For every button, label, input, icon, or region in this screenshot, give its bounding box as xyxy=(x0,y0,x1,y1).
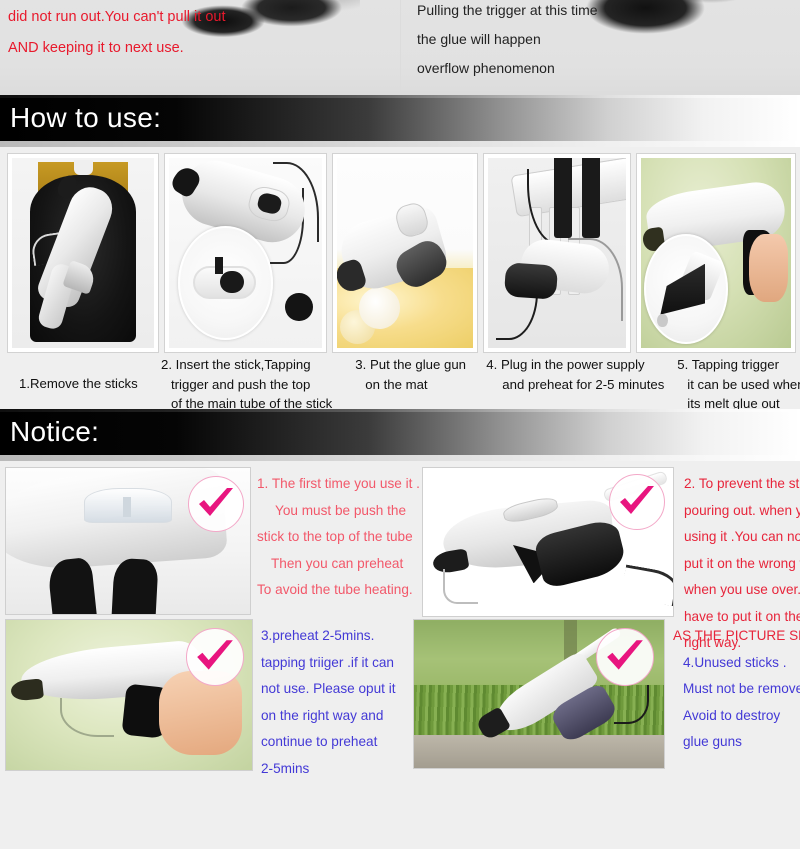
notice-row-2: 3.preheat 2-5mins. tapping triiger .if i… xyxy=(3,617,800,777)
top-left-note-line-2: AND keeping it to next use. xyxy=(8,40,184,56)
how-to-step-1-caption: 1.Remove the sticks xyxy=(7,355,159,414)
glue-gun-correct-orientation-photo xyxy=(422,468,673,616)
caption-line: 1.Remove the sticks xyxy=(19,376,138,391)
stick-insert-closeup-photo xyxy=(169,158,322,348)
notice-text-line: To avoid the tube heating. xyxy=(257,582,413,597)
check-mark-icon xyxy=(197,640,233,670)
check-mark-icon xyxy=(607,640,643,670)
notice-3-image xyxy=(5,619,253,771)
how-to-step-4-image xyxy=(483,153,631,353)
top-carryover-strip: did not run out.You can't pull it out AN… xyxy=(0,0,800,95)
top-left-note-line-1: did not run out.You can't pull it out xyxy=(8,9,226,25)
notice-text-line: stick to the top of the tube xyxy=(257,529,413,544)
notice-text-line: Must not be removed xyxy=(683,681,800,696)
notice-2-text: 2. To prevent the stick pouring out. whe… xyxy=(683,465,800,650)
notice-text-line: Avoid to destroy xyxy=(683,707,781,723)
caption-line: and preheat for 2-5 minutes xyxy=(502,376,665,392)
notice-3-text: 3.preheat 2-5mins. tapping triiger .if i… xyxy=(261,617,411,777)
glue-gun-on-grass-photo xyxy=(414,620,664,768)
how-to-step-2-caption: 2. Insert the stick,Tapping trigger and … xyxy=(161,355,332,414)
notice-text-line: on the right way and xyxy=(261,707,384,723)
top-right-note-text: Pulling the trigger at this time the glu… xyxy=(417,0,598,83)
top-right-note-line-2: the glue will happen xyxy=(417,31,541,47)
how-to-step-3-caption: 3. Put the glue gun on the mat xyxy=(337,355,483,414)
caption-line: 4. Plug in the power supply xyxy=(486,357,645,372)
check-mark-icon xyxy=(619,486,654,514)
check-badge-2 xyxy=(608,474,665,530)
how-to-step-1-image xyxy=(7,153,159,353)
melting-glue-outdoor-photo xyxy=(641,158,791,348)
check-badge-3 xyxy=(186,628,244,686)
notice-text-line: using it .You can not xyxy=(683,529,800,544)
notice-section: 1. The first time you use it . You must … xyxy=(0,461,800,849)
notice-text-line: pouring out. when you xyxy=(683,502,800,518)
how-to-step-5-caption: 5. Tapping trigger it can be used when i… xyxy=(669,355,800,414)
power-supply-plugin-photo xyxy=(488,158,626,348)
notice-text-line: put it on the wrong way. xyxy=(683,555,800,571)
notice-banner-sheen xyxy=(0,409,800,412)
notice-text-line: 4.Unused sticks . xyxy=(683,654,787,670)
how-to-use-image-row xyxy=(4,153,796,353)
notice-4-image xyxy=(413,619,665,769)
glue-gun-on-mat-photo xyxy=(337,158,473,348)
check-badge-1 xyxy=(188,476,244,532)
how-to-use-banner: How to use: xyxy=(0,95,800,141)
notice-text-line: when you use over. you xyxy=(683,582,800,597)
how-to-step-2-image xyxy=(164,153,327,353)
caption-line: trigger and push the top xyxy=(171,376,311,392)
notice-2-tail-line: AS THE PICTURE SHOW. xyxy=(673,628,800,643)
top-left-note-panel: did not run out.You can't pull it out AN… xyxy=(0,0,400,95)
notice-text-line: glue guns xyxy=(683,734,742,749)
how-to-step-5-image xyxy=(636,153,796,353)
notice-text-line: 2. To prevent the stick xyxy=(683,476,800,491)
notice-text-line: not use. Please oput it xyxy=(261,681,396,696)
how-to-step-3-image xyxy=(332,153,478,353)
glue-gun-top-tube-photo xyxy=(6,468,250,614)
how-to-step-4-caption: 4. Plug in the power supply and preheat … xyxy=(486,355,664,414)
top-left-note-text: did not run out.You can't pull it out AN… xyxy=(8,2,225,64)
check-mark-icon xyxy=(199,488,233,516)
notice-text-line: You must be push the xyxy=(275,502,406,518)
hand-holding-glue-gun-photo xyxy=(6,620,252,770)
notice-text-line: 2-5mins xyxy=(261,760,310,776)
notice-row-1: 1. The first time you use it . You must … xyxy=(3,465,800,650)
glue-gun-in-blister-pack-photo xyxy=(12,158,154,348)
notice-banner: Notice: xyxy=(0,409,800,455)
notice-title: Notice: xyxy=(10,416,100,447)
check-badge-4 xyxy=(596,628,654,686)
product-instruction-page: did not run out.You can't pull it out AN… xyxy=(0,0,800,854)
top-right-note-panel: Pulling the trigger at this time the glu… xyxy=(400,0,800,95)
caption-line: 5. Tapping trigger xyxy=(677,357,779,372)
notice-text-line: 1. The first time you use it . xyxy=(257,476,420,491)
magnifier-inset-circle xyxy=(178,226,274,341)
nozzle-closeup-inset xyxy=(644,234,728,345)
notice-text-line: 3.preheat 2-5mins. xyxy=(261,628,375,643)
notice-text-line: continue to preheat xyxy=(261,734,378,749)
notice-text-line: Then you can preheat xyxy=(271,555,404,571)
notice-text-line: tapping triiger .if it can xyxy=(261,654,394,670)
how-to-use-section: 1.Remove the sticks 2. Insert the stick,… xyxy=(0,147,800,411)
notice-2-image xyxy=(421,467,674,617)
notice-1-text: 1. The first time you use it . You must … xyxy=(257,465,420,617)
how-to-use-title: How to use: xyxy=(10,102,162,133)
caption-line: 2. Insert the stick,Tapping xyxy=(161,357,311,372)
caption-line: on the mat xyxy=(365,376,428,392)
top-right-note-line-3: overflow phenomenon xyxy=(417,60,555,76)
notice-1-image xyxy=(5,467,251,615)
banner-sheen-highlight xyxy=(0,95,800,98)
top-right-note-line-1: Pulling the trigger at this time xyxy=(417,2,598,18)
caption-line: it can be used when xyxy=(687,376,800,392)
caption-line: 3. Put the glue gun xyxy=(355,357,466,372)
how-to-use-caption-row: 1.Remove the sticks 2. Insert the stick,… xyxy=(4,353,800,414)
notice-4-text: AS THE PICTURE SHOW. 4.Unused sticks . M… xyxy=(673,617,800,777)
